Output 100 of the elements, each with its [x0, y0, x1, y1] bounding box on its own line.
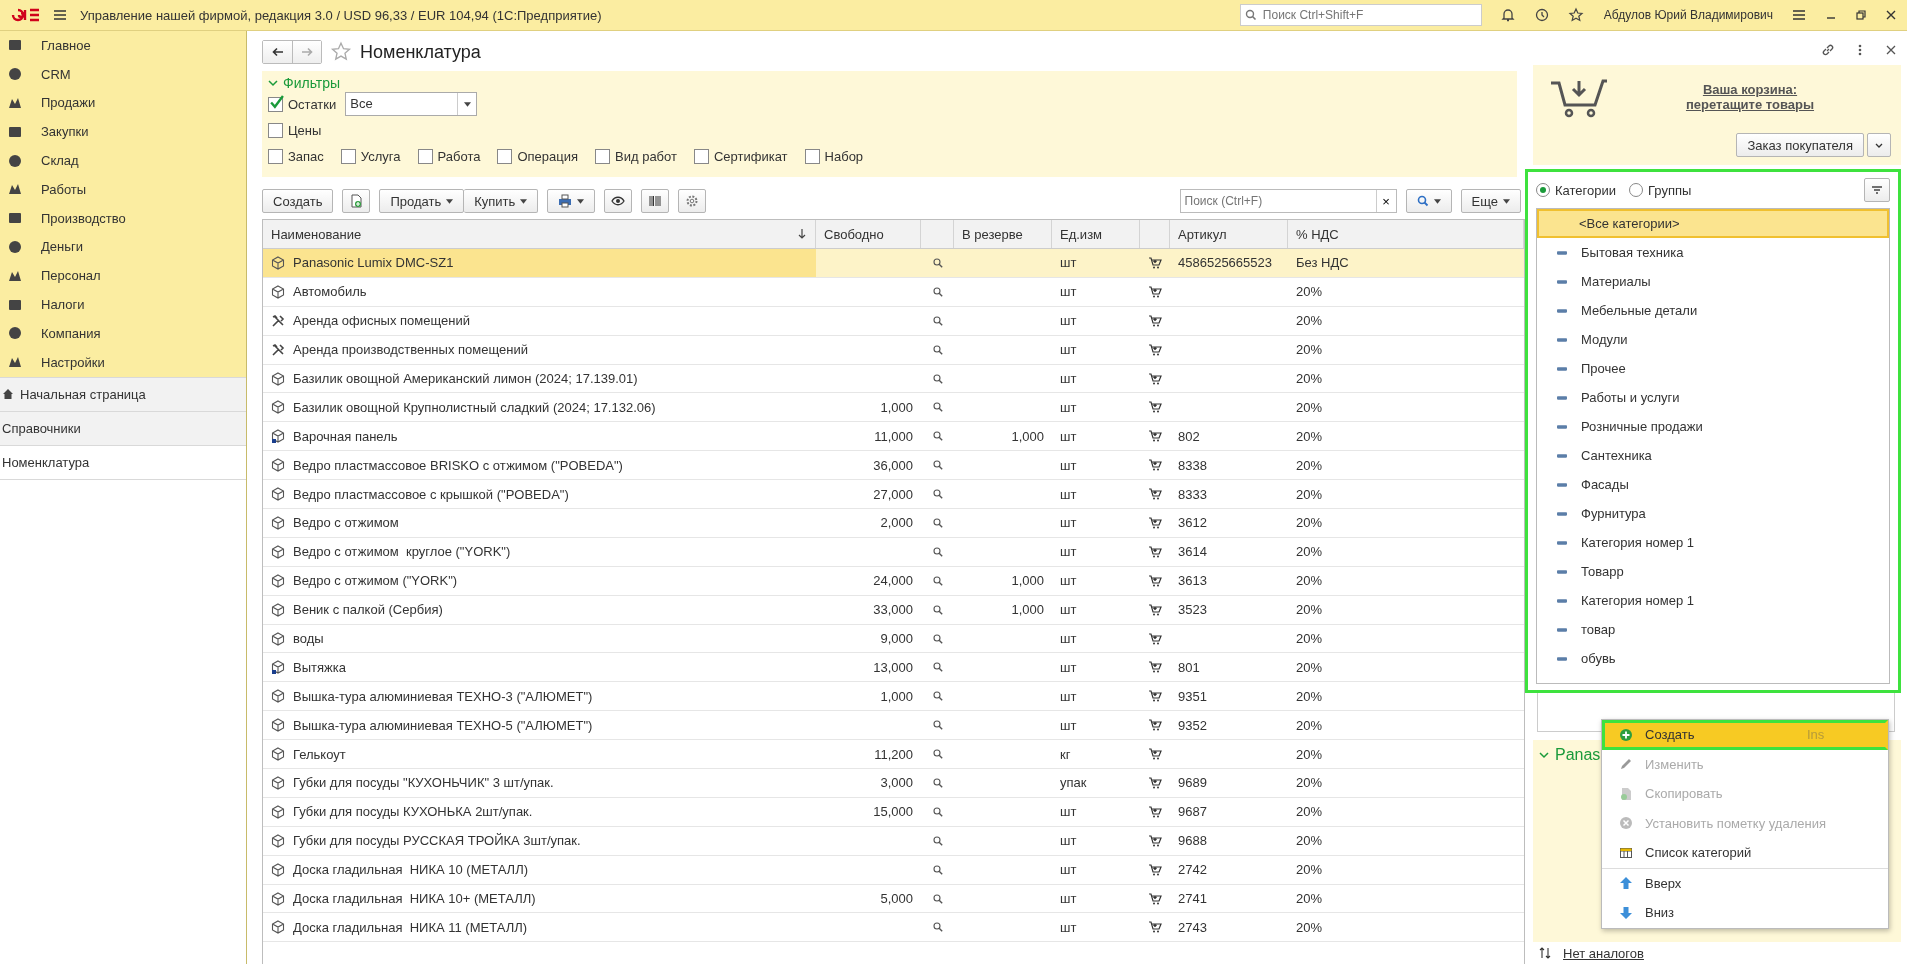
list-options-button[interactable] — [1864, 178, 1890, 202]
category-item[interactable]: Товарр — [1581, 560, 1624, 583]
table-row[interactable]: Губки для посуды РУССКАЯ ТРОЙКА 3шт/упак. шт 9688 20% — [263, 826, 1524, 856]
category-item[interactable]: Прочее — [1581, 357, 1626, 380]
cart-icon[interactable] — [1148, 400, 1162, 415]
back-button[interactable] — [263, 41, 292, 63]
sort-arrow-icon[interactable] — [797, 229, 807, 239]
category-item[interactable]: Розничные продажи — [1581, 415, 1703, 438]
search-icon[interactable] — [932, 864, 943, 875]
table-row[interactable]: Вышка-тура алюминиевая ТЕХНО-5 ("АЛЮМЕТ") шт 9352 20% — [263, 711, 1524, 741]
search-icon[interactable] — [932, 373, 943, 384]
category-item[interactable]: Материалы — [1581, 270, 1651, 293]
history-icon[interactable] — [1533, 7, 1550, 23]
close-icon[interactable] — [1885, 9, 1897, 21]
column-header[interactable]: Наименование — [271, 226, 362, 242]
cart-icon[interactable] — [1148, 544, 1162, 559]
search-icon[interactable] — [932, 691, 943, 702]
category-item[interactable]: Фасады — [1581, 473, 1629, 496]
section-link[interactable]: Настройки — [41, 354, 105, 370]
checkbox[interactable] — [804, 148, 820, 164]
cart-icon[interactable] — [1148, 573, 1162, 588]
table-row[interactable]: Базилик овощной Американский лимон (2024; 17.139.01) шт 20% — [263, 364, 1524, 394]
checkbox[interactable] — [268, 122, 283, 138]
category-item[interactable]: Категория номер 1 — [1581, 589, 1695, 612]
section-link[interactable]: Производство — [41, 210, 126, 226]
cart-icon[interactable] — [1148, 920, 1162, 935]
radio-button[interactable] — [1629, 183, 1643, 197]
checkbox[interactable] — [268, 148, 283, 164]
cart-icon[interactable] — [1148, 689, 1162, 704]
menu-item[interactable]: Вверх — [1602, 868, 1888, 898]
table-row[interactable]: Веник с палкой (Сербия) 33,000 1,000 шт 3523 20% — [263, 595, 1524, 625]
category-item[interactable]: обувь — [1581, 647, 1616, 670]
search-icon[interactable] — [932, 286, 943, 297]
settings-button[interactable] — [678, 189, 707, 213]
star-icon[interactable] — [330, 41, 352, 63]
menu-icon[interactable] — [1791, 7, 1807, 23]
section-link[interactable]: CRM — [41, 66, 71, 82]
menu-item[interactable]: Список категорий — [1602, 838, 1888, 868]
menu-item[interactable]: Создать Ins — [1602, 720, 1888, 750]
category-item[interactable]: Фурнитура — [1581, 502, 1646, 525]
search-icon[interactable] — [932, 922, 943, 933]
cart-link[interactable]: Ваша корзина: перетащите товары — [1609, 82, 1891, 112]
checkbox[interactable] — [268, 96, 283, 112]
bell-icon[interactable] — [1499, 7, 1516, 23]
cart-icon[interactable] — [1148, 747, 1162, 762]
link-icon[interactable] — [1821, 43, 1835, 57]
search-field[interactable]: Поиск Ctrl+Shift+F — [1239, 4, 1482, 26]
cart-icon[interactable] — [1148, 487, 1162, 502]
star-icon[interactable] — [1567, 7, 1584, 23]
search-icon[interactable] — [932, 720, 943, 731]
column-header[interactable]: Артикул — [1178, 226, 1227, 242]
table-row[interactable]: Ведро пластмассовое BRISKO с отжимом ("POBEDA") 36,000 шт 8338 20% — [263, 451, 1524, 481]
cart-icon[interactable] — [1148, 775, 1162, 790]
section-link[interactable]: Налоги — [41, 297, 85, 313]
stock-dropdown[interactable]: Все — [345, 92, 478, 116]
cart-icon[interactable] — [1148, 660, 1162, 675]
table-row[interactable]: Доска гладильная НИКА 10+ (МЕТАЛЛ) 5,000 шт 2741 20% — [263, 884, 1524, 914]
cart-icon[interactable] — [1148, 284, 1162, 299]
section-link[interactable]: Продажи — [41, 95, 96, 111]
search-icon[interactable] — [932, 749, 943, 760]
cart-icon[interactable] — [1148, 804, 1162, 819]
table-row[interactable]: Варочная панель 11,000 1,000 шт 802 20% — [263, 422, 1524, 452]
category-item[interactable]: Сантехника — [1581, 444, 1652, 467]
search-icon[interactable] — [932, 257, 943, 268]
table-row[interactable]: Губки для посуды КУХОНЬКА 2шт/упак. 15,000 шт 9687 20% — [263, 797, 1524, 827]
cart-icon[interactable] — [1148, 602, 1162, 617]
table-row[interactable]: Panasonic Lumix DMC-SZ1 шт 4586525665523 Без НДС — [263, 249, 1524, 278]
table-row[interactable]: Автомобиль шт 20% — [263, 277, 1524, 307]
table-row[interactable]: Базилик овощной Крупнолистный сладкий (2024; 17.132.06) 1,000 шт 20% — [263, 393, 1524, 423]
analogs-link[interactable]: Нет аналогов — [1563, 945, 1644, 961]
checkbox[interactable] — [497, 148, 513, 164]
table-row[interactable]: Ведро с отжимом 2,000 шт 3612 20% — [263, 509, 1524, 538]
menu-icon[interactable] — [52, 7, 68, 23]
search-icon[interactable] — [932, 315, 943, 326]
search-icon[interactable] — [932, 777, 943, 788]
search-icon[interactable] — [932, 575, 943, 586]
dropdown-button[interactable] — [1867, 133, 1891, 157]
filters-toggle[interactable]: Фильтры — [268, 75, 341, 91]
print-button[interactable] — [547, 189, 596, 213]
cart-icon[interactable] — [1148, 342, 1162, 357]
search-icon[interactable] — [932, 893, 943, 904]
checkbox[interactable] — [595, 148, 611, 164]
radio-button[interactable] — [1536, 183, 1550, 197]
section-link[interactable]: Склад — [41, 153, 79, 169]
search-icon[interactable] — [932, 662, 943, 673]
section-link[interactable]: Деньги — [41, 239, 83, 255]
search-icon[interactable] — [932, 431, 943, 442]
search-field[interactable]: Поиск (Ctrl+F) × — [1179, 189, 1397, 213]
table-row[interactable]: Вышка-тура алюминиевая ТЕХНО-3 ("АЛЮМЕТ") 1,000 шт 9351 20% — [263, 682, 1524, 712]
table-row[interactable]: воды 9,000 шт 20% — [263, 624, 1524, 654]
cart-icon[interactable] — [1148, 429, 1162, 444]
create-button[interactable]: Создать — [262, 189, 334, 213]
cart-icon[interactable] — [1148, 371, 1162, 386]
checkbox[interactable] — [693, 148, 709, 164]
search-icon[interactable] — [932, 806, 943, 817]
checkbox[interactable] — [417, 148, 433, 164]
table-row[interactable]: Губки для посуды "КУХОНЬЧИК" 3 шт/упак. 3,000 упак 9689 20% — [263, 769, 1524, 798]
section-link[interactable]: Компания — [41, 325, 101, 341]
table-row[interactable]: Аренда офисных помещений шт 20% — [263, 306, 1524, 336]
column-header[interactable]: Свободно — [824, 226, 884, 242]
